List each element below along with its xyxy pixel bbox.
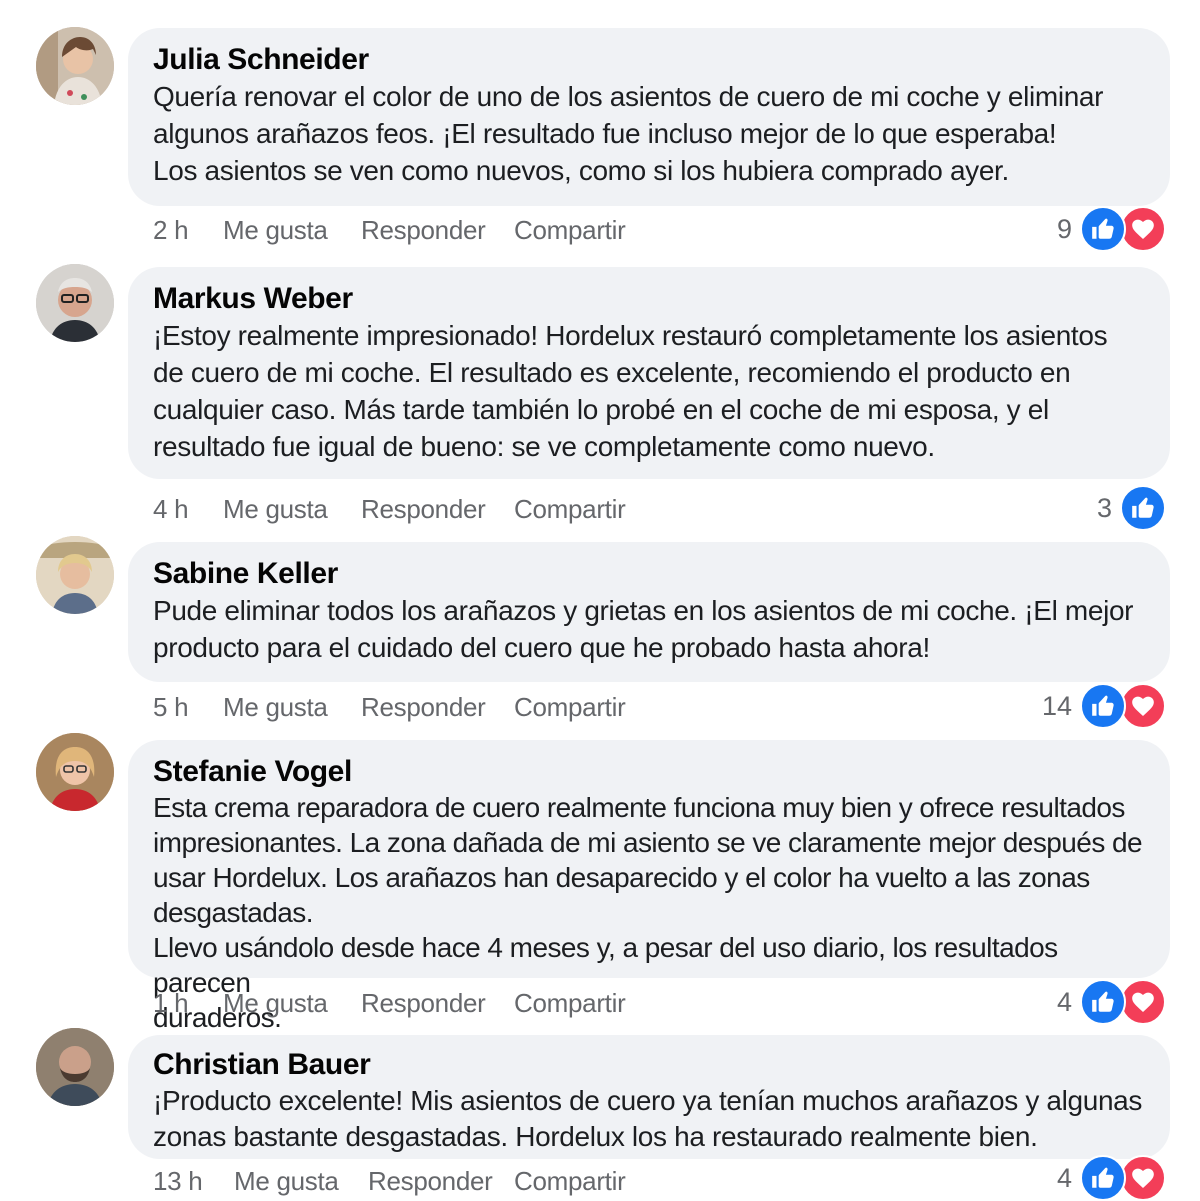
comment-time[interactable]: 4 h (153, 494, 223, 525)
reply-button[interactable]: Responder (368, 1166, 514, 1197)
share-button[interactable]: Compartir (514, 215, 626, 246)
reply-button[interactable]: Responder (361, 988, 514, 1019)
comment-actions: 5 h Me gusta Responder Compartir (153, 687, 626, 727)
comment-time[interactable]: 5 h (153, 692, 223, 723)
avatar[interactable] (36, 264, 114, 342)
reaction-summary[interactable]: 4 (1056, 1155, 1166, 1201)
reaction-summary[interactable]: 4 (1056, 979, 1166, 1025)
comment-time[interactable]: 2 h (153, 215, 223, 246)
comment-bubble: Christian Bauer ¡Producto excelente! Mis… (128, 1035, 1170, 1159)
love-icon (1120, 1155, 1166, 1201)
comment-actions: 2 h Me gusta Responder Compartir (153, 210, 626, 250)
comment-author[interactable]: Stefanie Vogel (153, 754, 1146, 790)
comment-text: Pude eliminar todos los arañazos y griet… (153, 595, 1134, 663)
comment-time[interactable]: 13 h (153, 1166, 234, 1197)
comment-author[interactable]: Sabine Keller (153, 556, 1146, 592)
reaction-count: 4 (1056, 986, 1072, 1017)
like-icon (1080, 1155, 1126, 1201)
reaction-summary[interactable]: 14 (1041, 683, 1166, 729)
like-icon (1080, 206, 1126, 252)
share-button[interactable]: Compartir (514, 1166, 626, 1197)
reply-button[interactable]: Responder (361, 215, 514, 246)
comment-actions: 4 h Me gusta Responder Compartir (153, 489, 626, 529)
avatar[interactable] (36, 1028, 114, 1106)
comment-author[interactable]: Markus Weber (153, 281, 1146, 317)
reaction-count: 3 (1096, 492, 1112, 523)
comment-bubble: Markus Weber ¡Estoy realmente impresiona… (128, 267, 1170, 479)
comment-bubble: Stefanie Vogel Esta crema reparadora de … (128, 740, 1170, 1033)
like-icon (1120, 485, 1166, 531)
like-button[interactable]: Me gusta (223, 988, 361, 1019)
comment-bubble: Sabine Keller Pude eliminar todos los ar… (128, 542, 1170, 682)
like-button[interactable]: Me gusta (234, 1166, 368, 1197)
comment-actions: 13 h Me gusta Responder Compartir (153, 1161, 626, 1201)
share-button[interactable]: Compartir (514, 988, 626, 1019)
reaction-count: 4 (1056, 1162, 1072, 1193)
comment-time[interactable]: 1 h (153, 988, 223, 1019)
like-button[interactable]: Me gusta (223, 215, 361, 246)
love-icon (1120, 683, 1166, 729)
comment-actions: 1 h Me gusta Responder Compartir (153, 983, 626, 1023)
like-button[interactable]: Me gusta (223, 692, 361, 723)
love-icon (1120, 206, 1166, 252)
reaction-summary[interactable]: 9 (1056, 206, 1166, 252)
comment-author[interactable]: Julia Schneider (153, 42, 1146, 78)
like-icon (1080, 979, 1126, 1025)
avatar[interactable] (36, 27, 114, 105)
comment-bubble: Julia Schneider Quería renovar el color … (128, 28, 1170, 206)
comment-text: Quería renovar el color de uno de los as… (153, 81, 1104, 186)
reaction-count: 14 (1041, 690, 1072, 721)
comment-text: ¡Estoy realmente impresionado! Hordelux … (153, 320, 1108, 462)
avatar[interactable] (36, 536, 114, 614)
comment-author[interactable]: Christian Bauer (153, 1047, 1146, 1083)
reply-button[interactable]: Responder (361, 692, 514, 723)
share-button[interactable]: Compartir (514, 692, 626, 723)
share-button[interactable]: Compartir (514, 494, 626, 525)
love-icon (1120, 979, 1166, 1025)
reply-button[interactable]: Responder (361, 494, 514, 525)
like-icon (1080, 683, 1126, 729)
like-button[interactable]: Me gusta (223, 494, 361, 525)
reaction-count: 9 (1056, 213, 1072, 244)
avatar[interactable] (36, 733, 114, 811)
reaction-summary[interactable]: 3 (1096, 485, 1166, 531)
comment-text: ¡Producto excelente! Mis asientos de cue… (153, 1085, 1143, 1152)
